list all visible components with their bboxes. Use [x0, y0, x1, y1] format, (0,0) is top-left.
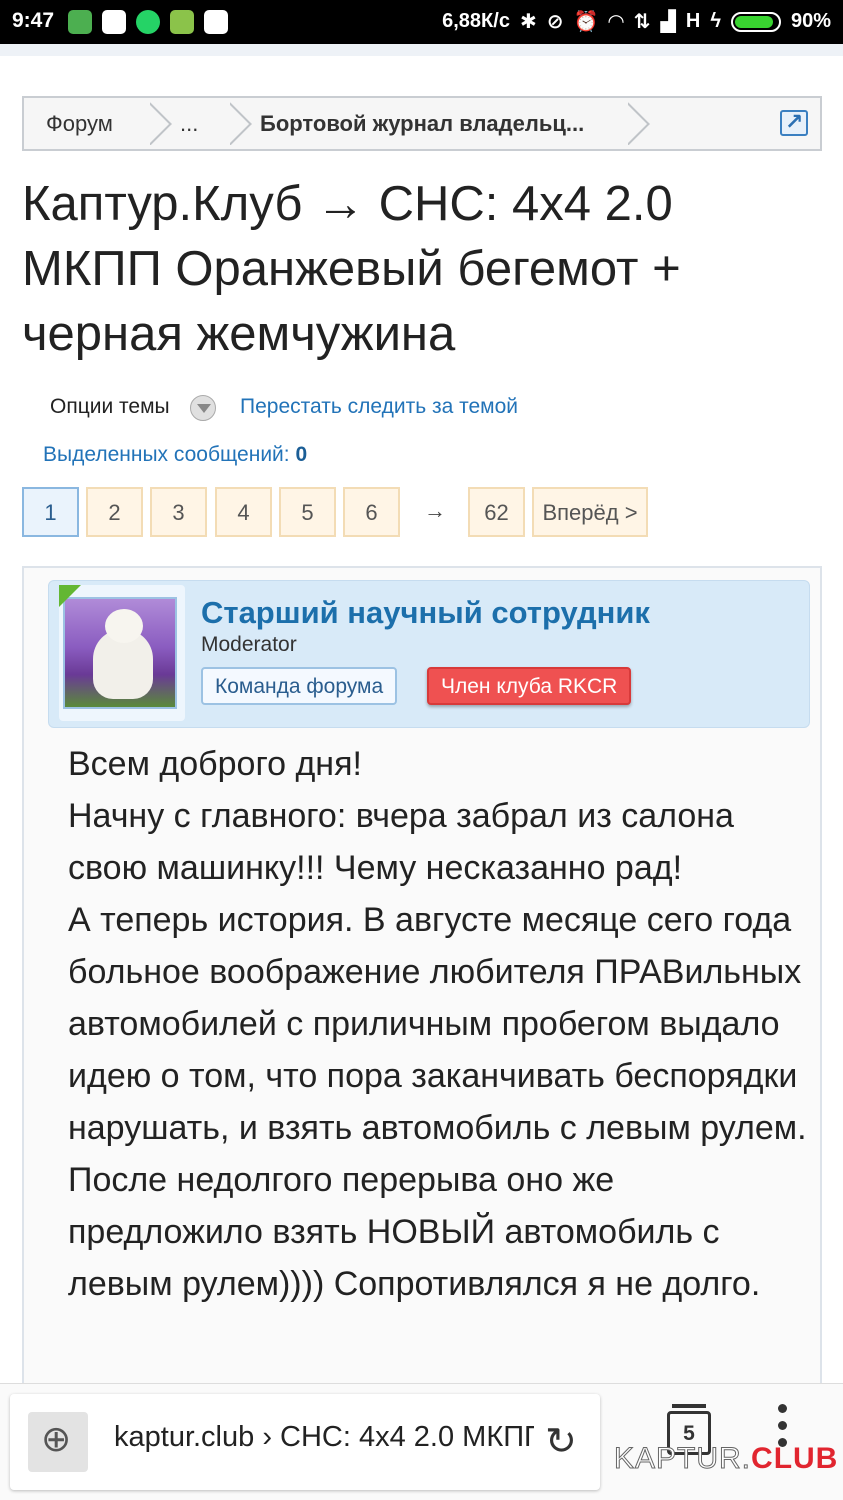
chevron-down-icon[interactable] — [190, 395, 216, 421]
wifi-icon: ◠ — [608, 11, 624, 33]
youtube-notification-icon — [102, 10, 126, 34]
status-bar: 9:47 6,88К/с ✱ ⊘ ⏰ ◠ ⇅ ▟ H ϟ 90% — [0, 0, 843, 44]
page-title-line: Каптур.Клуб → CHC: 4x4 2.0 — [22, 177, 673, 231]
network-type: H — [685, 10, 701, 32]
polar-bear-head — [105, 609, 143, 643]
avatar[interactable] — [63, 597, 177, 709]
bluetooth-icon: ✱ — [519, 11, 537, 33]
whatsapp-notification-icon — [136, 10, 160, 34]
page-title-line: МКПП Оранжевый бегемот + — [22, 242, 681, 296]
mute-icon: ⊘ — [546, 11, 564, 33]
breadcrumb-forum[interactable]: Форум — [46, 98, 113, 149]
app-notification-icon — [170, 10, 194, 34]
battery-fill — [734, 15, 773, 28]
post: Старший научный сотрудник Moderator Кома… — [22, 566, 822, 1406]
watermark-part: CLUB — [751, 1442, 839, 1475]
watermark-logo: KAPTUR.CLUB — [613, 1442, 839, 1476]
pagination-arrow: → — [424, 498, 446, 523]
page-link[interactable]: 3 — [150, 487, 207, 537]
page-link-current[interactable]: 1 — [22, 487, 79, 537]
alarm-icon: ⏰ — [573, 11, 599, 33]
post-paragraph: Всем доброго дня! — [68, 745, 362, 783]
post-paragraph: А теперь история. В августе месяце сего … — [68, 901, 807, 1303]
selected-messages-count: 0 — [295, 443, 308, 466]
charging-icon: ϟ — [710, 10, 721, 32]
breadcrumb-separator — [628, 102, 668, 145]
signal-icon: ▟ — [660, 11, 676, 33]
selected-messages[interactable]: Выделенных сообщений: 0 — [43, 443, 307, 467]
url-text[interactable]: kaptur.club › CHC: 4x4 2.0 МКПП — [114, 1421, 534, 1454]
post-header: Старший научный сотрудник Moderator Кома… — [48, 580, 810, 728]
maps-notification-icon — [204, 10, 228, 34]
badge-forum-team: Команда форума — [201, 667, 398, 705]
selected-messages-label: Выделенных сообщений: — [43, 443, 290, 466]
network-speed: 6,88К/с — [442, 10, 510, 32]
badge-club-member: Член клуба RKCR — [427, 667, 632, 705]
page-title: Каптур.Клуб → CHC: 4x4 2.0 МКПП Оранжевы… — [22, 172, 822, 367]
avatar-frame — [59, 585, 185, 721]
unfollow-thread-link[interactable]: Перестать следить за темой — [240, 395, 518, 419]
page-top-strip — [0, 44, 843, 56]
external-link-icon[interactable] — [780, 109, 808, 136]
page-link[interactable]: 4 — [215, 487, 272, 537]
breadcrumb-current[interactable]: Бортовой журнал владельц... — [260, 98, 584, 149]
battery-icon — [730, 11, 781, 32]
online-status-icon — [59, 585, 81, 607]
watermark-part: KAPTUR. — [613, 1442, 752, 1476]
author-role: Moderator — [201, 633, 297, 656]
page-link[interactable]: 5 — [279, 487, 336, 537]
data-transfer-icon: ⇅ — [633, 11, 651, 33]
status-time: 9:47 — [12, 9, 55, 32]
globe-icon — [28, 1412, 88, 1472]
reload-icon[interactable]: ↻ — [545, 1419, 577, 1464]
author-title[interactable]: Старший научный сотрудник — [201, 595, 650, 631]
page-link-last[interactable]: 62 — [468, 487, 525, 537]
post-body: Всем доброго дня! Начну с главного: вчер… — [68, 738, 808, 1310]
thread-options-label[interactable]: Опции темы — [50, 395, 170, 419]
page-title-line: черная жемчужина — [22, 307, 456, 361]
next-page-button[interactable]: Вперёд > — [532, 487, 648, 537]
breadcrumb-ellipsis[interactable]: ... — [180, 98, 198, 149]
breadcrumb: Форум ... Бортовой журнал владельц... — [22, 96, 822, 151]
android-notification-icon — [68, 10, 92, 34]
browser-bottom-bar: kaptur.club › CHC: 4x4 2.0 МКПП ↻ 5 KAPT… — [0, 1383, 843, 1500]
battery-percent: 90% — [790, 10, 831, 32]
page-link[interactable]: 6 — [343, 487, 400, 537]
page-link[interactable]: 2 — [86, 487, 143, 537]
address-bar[interactable]: kaptur.club › CHC: 4x4 2.0 МКПП ↻ — [10, 1394, 600, 1490]
post-paragraph: Начну с главного: вчера забрал из салона… — [68, 797, 734, 887]
